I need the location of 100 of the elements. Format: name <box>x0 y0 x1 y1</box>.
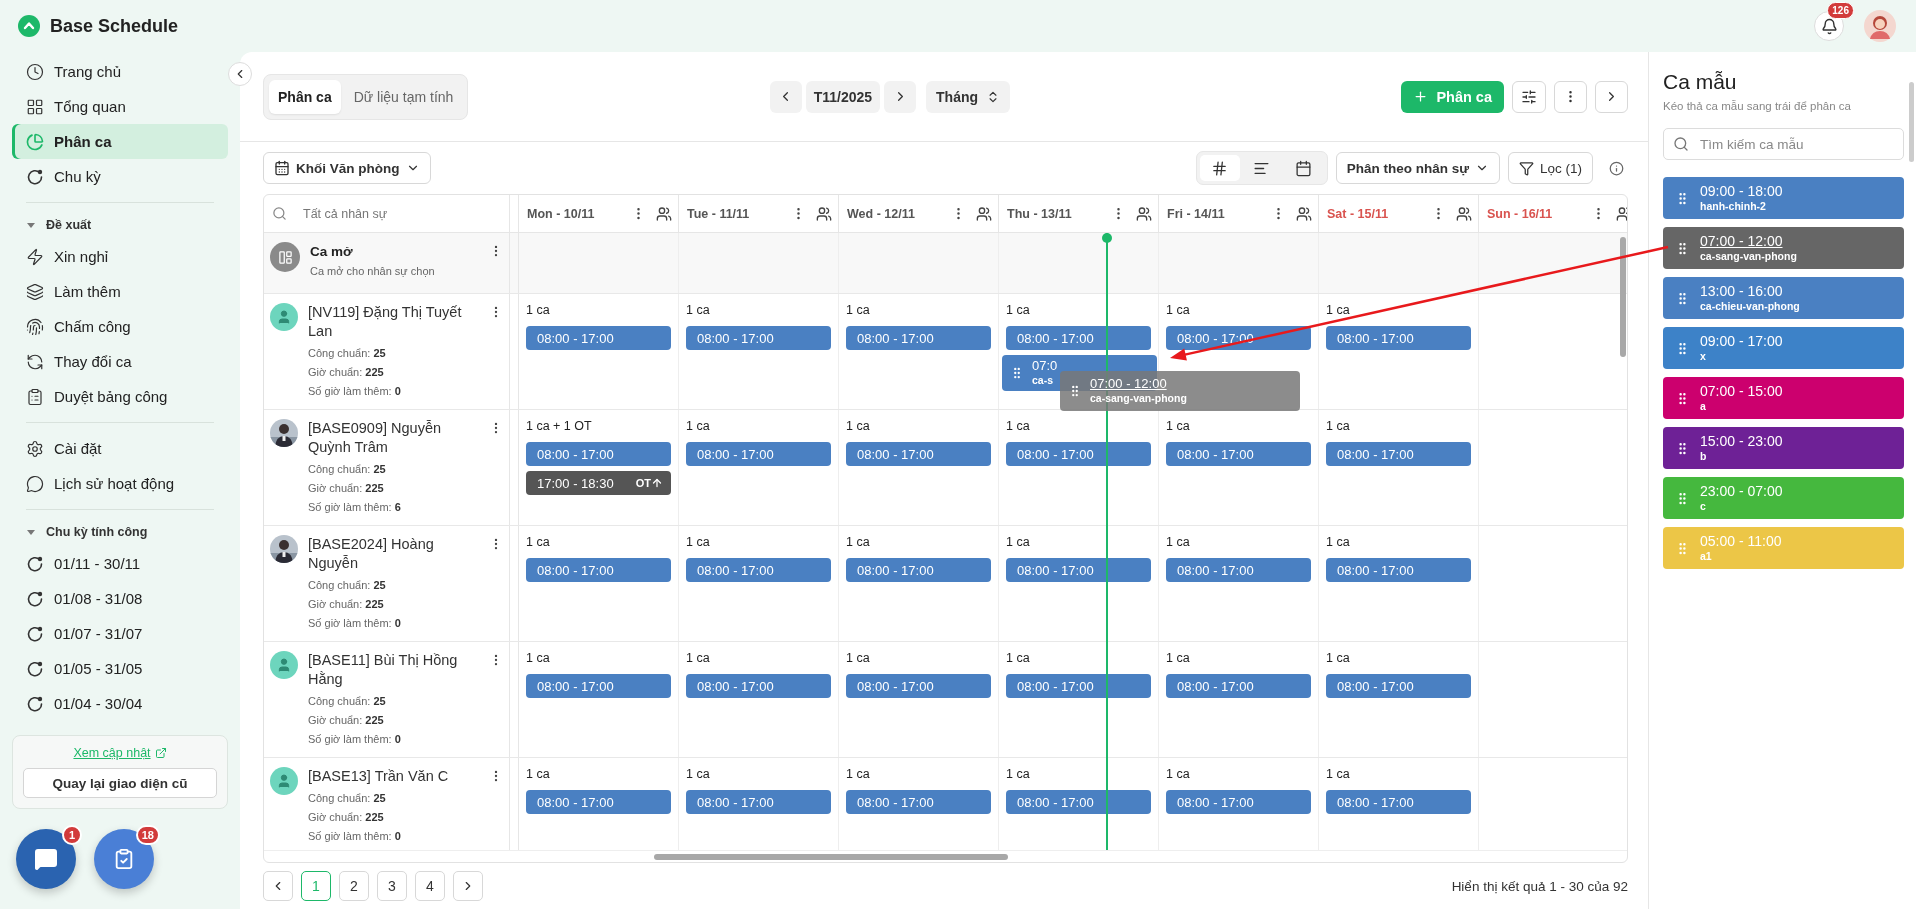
shift-template[interactable]: 23:00 - 07:00 c <box>1663 477 1904 519</box>
nav-item[interactable]: 01/05 - 31/05 <box>12 651 228 686</box>
template-search-field[interactable]: Tìm kiếm ca mẫu <box>1663 128 1904 160</box>
shift-block[interactable]: 08:00 - 17:00 <box>526 326 671 350</box>
shift-block[interactable]: 08:00 - 17:00 <box>1006 326 1151 350</box>
shift-template[interactable]: 09:00 - 18:00 hanh-chinh-2 <box>1663 177 1904 219</box>
caret-icon[interactable] <box>26 220 36 230</box>
shift-block[interactable]: 08:00 - 17:00 <box>1166 442 1311 466</box>
settings-sliders-button[interactable] <box>1512 80 1546 113</box>
page-button[interactable]: 4 <box>415 871 445 901</box>
shift-count: 1 ca <box>686 650 711 666</box>
shift-block[interactable]: 08:00 - 17:00 <box>1326 790 1471 814</box>
shift-block[interactable]: 08:00 - 17:00 <box>1326 442 1471 466</box>
people-icon[interactable] <box>656 205 672 222</box>
refresh-icon <box>26 352 44 371</box>
shift-block[interactable]: 08:00 - 17:00 <box>846 442 991 466</box>
nav-item[interactable]: 01/04 - 30/04 <box>12 686 228 721</box>
nav-item[interactable]: Lịch sử hoạt động <box>12 466 228 501</box>
period-label[interactable]: T11/2025 <box>805 80 881 113</box>
nav-item[interactable]: Phân ca <box>12 124 228 159</box>
old-ui-button[interactable]: Quay lại giao diện cũ <box>23 768 217 798</box>
shift-template[interactable]: 15:00 - 23:00 b <box>1663 427 1904 469</box>
shift-block[interactable]: 08:00 - 17:00 <box>526 674 671 698</box>
people-icon[interactable] <box>976 205 992 222</box>
shift-block[interactable]: 17:00 - 18:30 OT <box>526 471 671 495</box>
shift-count: 1 ca <box>686 534 711 550</box>
shift-block[interactable]: 08:00 - 17:00 <box>686 558 831 582</box>
page-button[interactable]: 2 <box>339 871 369 901</box>
nav-item[interactable]: 01/11 - 30/11 <box>12 546 228 581</box>
nav-item[interactable]: Thay đổi ca <box>12 344 228 379</box>
shift-template[interactable]: 07:00 - 12:00 ca-sang-van-phong <box>1663 227 1904 269</box>
nav-item[interactable]: 01/07 - 31/07 <box>12 616 228 651</box>
shift-block[interactable]: 08:00 - 17:00 <box>1166 558 1311 582</box>
shift-template[interactable]: 13:00 - 16:00 ca-chieu-van-phong <box>1663 277 1904 319</box>
shift-block[interactable]: 08:00 - 17:00 <box>846 558 991 582</box>
tasks-button[interactable] <box>94 829 154 889</box>
shift-block[interactable]: 08:00 - 17:00 <box>1006 790 1151 814</box>
cycle-icon <box>26 694 44 713</box>
nav-item[interactable]: Trang chủ <box>12 54 228 89</box>
info-icon[interactable] <box>1609 160 1624 176</box>
shift-template[interactable]: 07:00 - 15:00 a <box>1663 377 1904 419</box>
scrollbar[interactable] <box>654 853 1008 860</box>
shift-block[interactable]: 08:00 - 17:00 <box>1326 326 1471 350</box>
nav-item[interactable]: Cài đặt <box>12 431 228 466</box>
shift-template[interactable]: 09:00 - 17:00 x <box>1663 327 1904 369</box>
section-heading[interactable]: Chu kỳ tính công <box>12 518 228 546</box>
people-icon[interactable] <box>1136 205 1152 222</box>
nav-item[interactable]: Làm thêm <box>12 274 228 309</box>
employee-name: [BASE11] Bùi Thị Hồng Hằng <box>308 651 459 689</box>
shift-block[interactable]: 08:00 - 17:00 <box>1326 674 1471 698</box>
grid-icon <box>26 97 44 116</box>
shift-block[interactable]: 08:00 - 17:00 <box>1006 674 1151 698</box>
shift-block[interactable]: 08:00 - 17:00 <box>686 674 831 698</box>
people-icon[interactable] <box>816 205 832 222</box>
tab[interactable]: Dữ liệu tạm tính <box>344 79 463 114</box>
caret-icon[interactable] <box>26 527 36 537</box>
people-icon[interactable] <box>1616 205 1627 222</box>
view-select[interactable]: Tháng <box>926 80 1011 113</box>
shift-block[interactable]: 08:00 - 17:00 <box>526 558 671 582</box>
shift-block[interactable]: 08:00 - 17:00 <box>1006 558 1151 582</box>
section-heading[interactable]: Đề xuất <box>12 211 228 239</box>
view-mode-button[interactable] <box>1199 155 1240 181</box>
settings-icon <box>26 439 44 458</box>
assign-mode-select[interactable]: Phân theo nhân sự <box>1335 152 1500 184</box>
collapse-button[interactable] <box>228 62 252 86</box>
nav-item[interactable]: Xin nghỉ <box>12 239 228 274</box>
shift-block[interactable]: 08:00 - 17:00 <box>846 674 991 698</box>
shift-block[interactable]: 08:00 - 17:00 <box>526 442 671 466</box>
shift-block[interactable]: 08:00 - 17:00 <box>1166 674 1311 698</box>
shift-count: 1 ca <box>1006 302 1031 318</box>
shift-block[interactable]: 08:00 - 17:00 <box>1326 558 1471 582</box>
shift-count: 1 ca <box>526 766 551 782</box>
nav-item[interactable]: Chấm công <box>12 309 228 344</box>
nav-item[interactable]: 01/08 - 31/08 <box>12 581 228 616</box>
scrollbar[interactable] <box>1909 82 1914 162</box>
shift-block[interactable]: 08:00 - 17:00 <box>686 790 831 814</box>
nav-item[interactable]: Duyệt bảng công <box>12 379 228 414</box>
tab[interactable]: Phân ca <box>269 79 341 114</box>
update-link[interactable]: Xem cập nhật <box>73 746 167 760</box>
people-icon[interactable] <box>1296 205 1312 222</box>
page-button[interactable]: 1 <box>301 871 331 901</box>
shift-block[interactable]: 08:00 - 17:00 <box>686 442 831 466</box>
people-icon[interactable] <box>1456 205 1472 222</box>
shift-block[interactable]: 08:00 - 17:00 <box>526 790 671 814</box>
scrollbar[interactable] <box>1620 237 1626 357</box>
shift-block[interactable]: 08:00 - 17:00 <box>1006 442 1151 466</box>
group-select[interactable]: Khối Văn phòng <box>263 152 431 184</box>
filter-button[interactable]: Lọc (1) <box>1507 152 1593 184</box>
user-avatar[interactable] <box>1864 10 1896 42</box>
page-button[interactable]: 3 <box>377 871 407 901</box>
shift-block[interactable]: 08:00 - 17:00 <box>1166 790 1311 814</box>
add-shift-button[interactable]: Phân ca <box>1401 80 1504 113</box>
lightning-icon <box>26 247 44 266</box>
shift-block[interactable]: 08:00 - 17:00 <box>846 326 991 350</box>
open-shift-title: Ca mở <box>310 243 354 261</box>
chat-button[interactable] <box>16 829 76 889</box>
shift-block[interactable]: 08:00 - 17:00 <box>686 326 831 350</box>
nav-item[interactable]: Tổng quan <box>12 89 228 124</box>
shift-block[interactable]: 08:00 - 17:00 <box>846 790 991 814</box>
nav-item[interactable]: Chu kỳ <box>12 159 228 194</box>
